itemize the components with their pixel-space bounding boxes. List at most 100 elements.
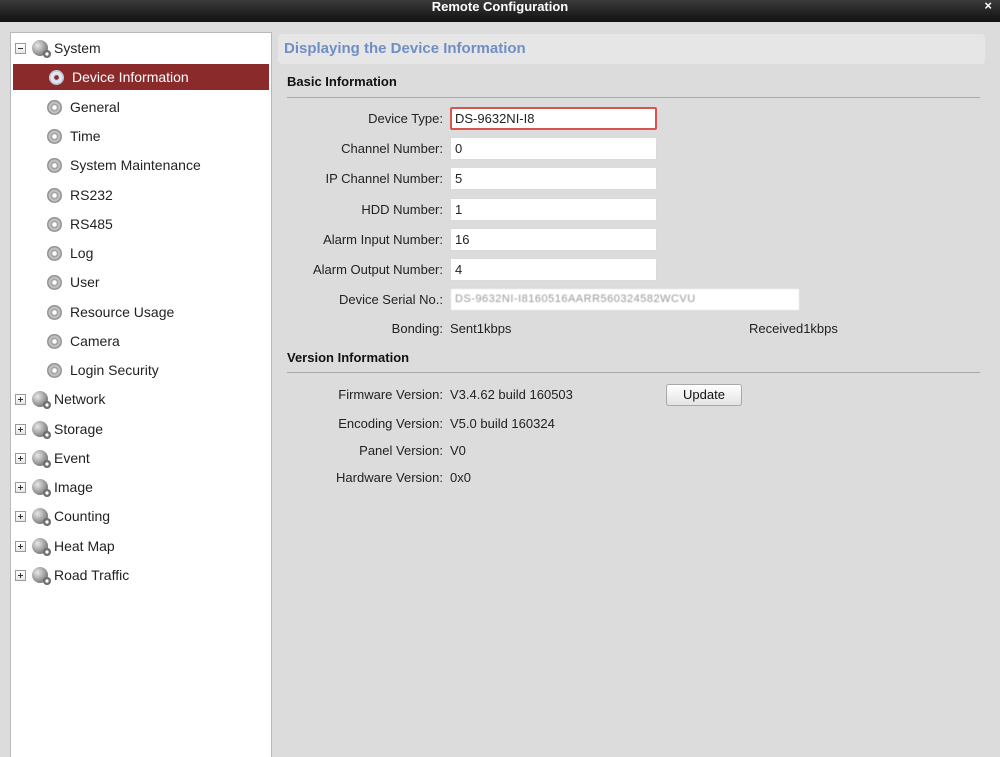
gear-icon [47,245,62,261]
device-type-label: Device Type: [368,111,443,126]
expand-icon[interactable] [15,393,26,405]
dialog-body: System Device Information General Time S… [0,22,1000,757]
encoding-version-value: V5.0 build 160324 [450,416,555,431]
tree-node-storage[interactable]: Storage [11,416,269,442]
expand-icon[interactable] [15,540,26,552]
tree-item-label: Login Security [70,362,159,378]
tree-node-label: Storage [54,421,104,437]
tree-item-system-maintenance[interactable]: System Maintenance [11,152,269,178]
tree-item-label: Log [70,245,94,261]
heat-map-globe-icon [32,538,51,556]
tree-node-road-traffic[interactable]: Road Traffic [11,562,269,588]
config-tree: System Device Information General Time S… [10,32,272,757]
expand-icon[interactable] [15,569,26,581]
system-globe-icon [32,40,51,58]
alarm-output-number-label: Alarm Output Number: [312,262,443,277]
tree-item-label: Resource Usage [70,304,175,320]
tree-node-label: Network [54,391,106,407]
tree-item-label: RS232 [70,187,113,203]
alarm-input-number-field[interactable]: 16 [450,228,657,251]
tree-node-counting[interactable]: Counting [11,503,269,529]
tree-node-network[interactable]: Network [11,386,269,412]
gear-icon [47,216,62,232]
channel-number-field[interactable]: 0 [450,137,657,160]
bonding-sent-value: Sent1kbps [450,321,512,336]
tree-node-label: Heat Map [54,538,115,554]
tree-item-label: Device Information [72,69,189,85]
bonding-label: Bonding: [391,321,443,336]
panel-version-label: Panel Version: [359,443,443,458]
bonding-received-value: Received1kbps [749,321,838,336]
storage-globe-icon [32,421,51,439]
tree-node-label: Event [54,450,90,466]
gear-icon [49,69,64,85]
tree-node-label: Image [54,479,93,495]
window-title: Remote Configuration [431,0,569,14]
tree-item-rs485[interactable]: RS485 [11,211,269,237]
hdd-number-label: HDD Number: [361,202,443,217]
basic-information-title: Basic Information [287,74,397,89]
gear-icon [47,304,62,320]
gear-icon [47,274,62,290]
page-title: Displaying the Device Information [284,40,526,57]
expand-icon[interactable] [15,481,26,493]
tree-item-label: Camera [70,333,120,349]
ip-channel-number-label: IP Channel Number: [325,171,443,186]
panel-header: Displaying the Device Information [278,34,985,64]
device-serial-label: Device Serial No.: [338,292,443,307]
tree-item-device-information[interactable]: Device Information [13,64,269,90]
window-titlebar: Remote Configuration × [0,0,1000,22]
tree-item-label: RS485 [70,216,113,232]
tree-item-label: General [70,99,120,115]
tree-item-resource-usage[interactable]: Resource Usage [11,299,269,325]
version-information-divider [287,372,980,373]
basic-information-divider [287,97,980,98]
update-button[interactable]: Update [666,384,742,406]
device-info-panel: Displaying the Device Information Basic … [275,32,990,757]
tree-node-image[interactable]: Image [11,474,269,500]
event-globe-icon [32,450,51,468]
gear-icon [47,128,62,144]
close-icon[interactable]: × [984,0,992,12]
firmware-version-label: Firmware Version: [338,387,443,402]
road-traffic-globe-icon [32,567,51,585]
alarm-input-number-label: Alarm Input Number: [323,232,443,247]
tree-item-time[interactable]: Time [11,123,269,149]
tree-node-label: System [54,40,101,56]
gear-icon [47,187,62,203]
tree-item-general[interactable]: General [11,94,269,120]
counting-globe-icon [32,508,51,526]
tree-item-label: User [70,274,100,290]
encoding-version-label: Encoding Version: [338,416,443,431]
tree-node-heat-map[interactable]: Heat Map [11,533,269,559]
network-globe-icon [32,391,51,409]
tree-node-label: Counting [54,508,111,524]
device-type-field[interactable]: DS-9632NI-I8 [450,107,657,130]
tree-item-label: Time [70,128,101,144]
tree-item-label: System Maintenance [70,157,201,173]
expand-icon[interactable] [15,510,26,522]
expand-icon[interactable] [15,423,26,435]
collapse-icon[interactable] [15,42,26,54]
tree-item-camera[interactable]: Camera [11,328,269,354]
ip-channel-number-field[interactable]: 5 [450,167,657,190]
hardware-version-value: 0x0 [450,470,471,485]
channel-number-label: Channel Number: [341,141,443,156]
version-information-title: Version Information [287,350,410,365]
tree-node-event[interactable]: Event [11,445,269,471]
tree-item-user[interactable]: User [11,269,269,295]
gear-icon [47,333,62,349]
tree-item-log[interactable]: Log [11,240,269,266]
device-serial-field[interactable]: DS-9632NI-I8160516AARR560324582WCVU [450,288,800,311]
firmware-version-value: V3.4.62 build 160503 [450,387,573,402]
tree-node-label: Road Traffic [54,567,130,583]
gear-icon [47,99,62,115]
gear-icon [47,157,62,173]
tree-item-login-security[interactable]: Login Security [11,357,269,383]
tree-node-system[interactable]: System [11,35,269,61]
image-globe-icon [32,479,51,497]
tree-item-rs232[interactable]: RS232 [11,182,269,208]
expand-icon[interactable] [15,452,26,464]
hdd-number-field[interactable]: 1 [450,198,657,221]
alarm-output-number-field[interactable]: 4 [450,258,657,281]
